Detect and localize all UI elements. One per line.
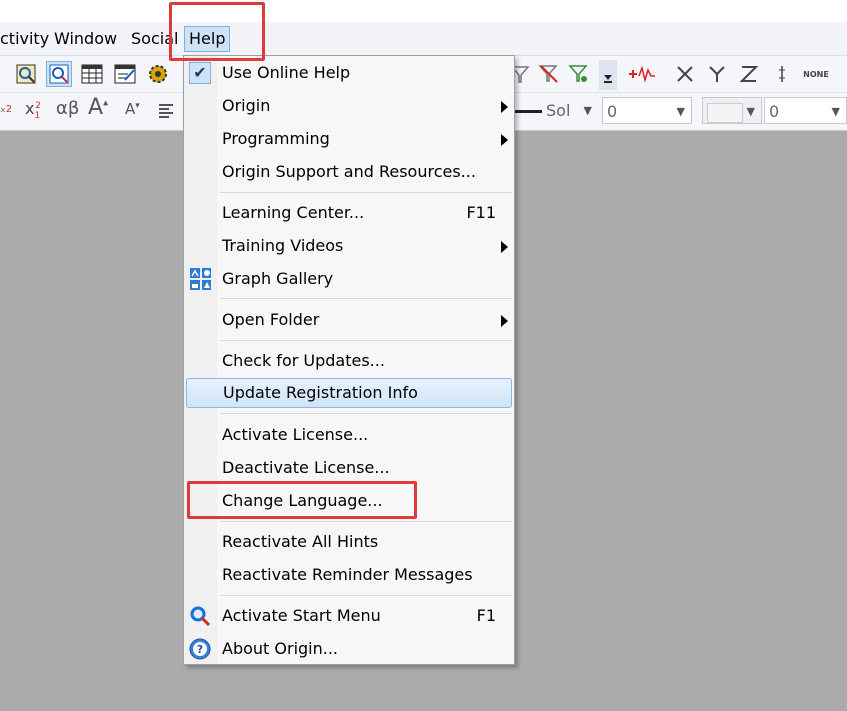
- increase-font-button[interactable]: A▴: [88, 95, 108, 120]
- angle-combo[interactable]: 0 ▼: [764, 97, 847, 124]
- line-style-combo[interactable]: Sol ▼: [508, 97, 598, 124]
- search-icon: [189, 605, 211, 627]
- decrease-font-button[interactable]: A▾: [125, 100, 140, 118]
- menu-separator: [220, 521, 512, 522]
- menu-activity[interactable]: ctivity: [0, 27, 53, 51]
- filter-settings-icon[interactable]: [567, 62, 591, 86]
- submenu-arrow-icon: [501, 134, 508, 146]
- menu-separator: [220, 413, 512, 414]
- settings-gear-icon[interactable]: [146, 62, 170, 86]
- submenu-arrow-icon: [501, 315, 508, 327]
- menu-activate-license[interactable]: Activate License...: [184, 421, 514, 449]
- highlight-box-help-menu: [169, 2, 265, 61]
- menu-activate-start-menu[interactable]: Activate Start Menu F1: [184, 602, 514, 630]
- label-icon[interactable]: [770, 62, 794, 86]
- svg-text:?: ?: [197, 643, 203, 656]
- zoom-data-icon[interactable]: [46, 61, 72, 87]
- toolbar-overflow-icon[interactable]: [599, 60, 617, 90]
- menu-learning-center[interactable]: Learning Center... F11: [184, 199, 514, 227]
- subscript-button[interactable]: ₓ2: [0, 101, 12, 116]
- menu-origin-support[interactable]: Origin Support and Resources...: [184, 158, 514, 186]
- submenu-arrow-icon: [501, 101, 508, 113]
- menu-training-videos[interactable]: Training Videos: [184, 232, 514, 260]
- menu-graph-gallery[interactable]: Graph Gallery: [184, 265, 514, 293]
- add-plot-icon[interactable]: [627, 62, 657, 86]
- filter-remove-icon[interactable]: [537, 62, 561, 86]
- worksheet-icon[interactable]: [80, 62, 104, 86]
- greek-button[interactable]: αβ: [56, 98, 79, 119]
- x-icon[interactable]: [673, 62, 697, 86]
- pattern-combo[interactable]: ▼: [702, 97, 762, 124]
- highlight-box-change-language: [187, 481, 417, 519]
- menu-deactivate-license[interactable]: Deactivate License...: [184, 454, 514, 482]
- menu-reactivate-all-hints[interactable]: Reactivate All Hints: [184, 528, 514, 556]
- menu-about-origin[interactable]: ? About Origin...: [184, 635, 514, 663]
- menu-reactivate-reminder-messages[interactable]: Reactivate Reminder Messages: [184, 561, 514, 589]
- graph-gallery-icon: [189, 268, 211, 290]
- submenu-arrow-icon: [501, 241, 508, 253]
- title-strip: [0, 0, 847, 22]
- menu-separator: [220, 192, 512, 193]
- menu-separator: [220, 340, 512, 341]
- line-width-combo[interactable]: 0 ▼: [602, 97, 692, 124]
- none-icon[interactable]: NONE: [800, 62, 832, 86]
- menu-window[interactable]: Window: [50, 27, 121, 51]
- menu-open-folder[interactable]: Open Folder: [184, 306, 514, 334]
- help-dropdown-menu: ✔ Use Online Help Origin Programming Ori…: [183, 55, 515, 665]
- menu-use-online-help[interactable]: ✔ Use Online Help: [184, 59, 514, 87]
- zoom-page-icon[interactable]: [14, 62, 38, 86]
- menu-update-registration-info[interactable]: Update Registration Info: [186, 378, 512, 408]
- menu-programming[interactable]: Programming: [184, 125, 514, 153]
- align-left-icon[interactable]: [154, 99, 178, 123]
- menu-origin[interactable]: Origin: [184, 92, 514, 120]
- z-icon[interactable]: [737, 62, 761, 86]
- menu-bar: ctivity Window Social Help: [0, 22, 847, 56]
- menu-check-for-updates[interactable]: Check for Updates...: [184, 347, 514, 375]
- help-circle-icon: ?: [189, 638, 211, 660]
- superscript-button[interactable]: x12: [25, 99, 46, 121]
- notes-icon[interactable]: [113, 62, 137, 86]
- y-icon[interactable]: [705, 62, 729, 86]
- checkmark-icon: ✔: [189, 62, 211, 84]
- menu-separator: [220, 298, 512, 299]
- menu-separator: [220, 595, 512, 596]
